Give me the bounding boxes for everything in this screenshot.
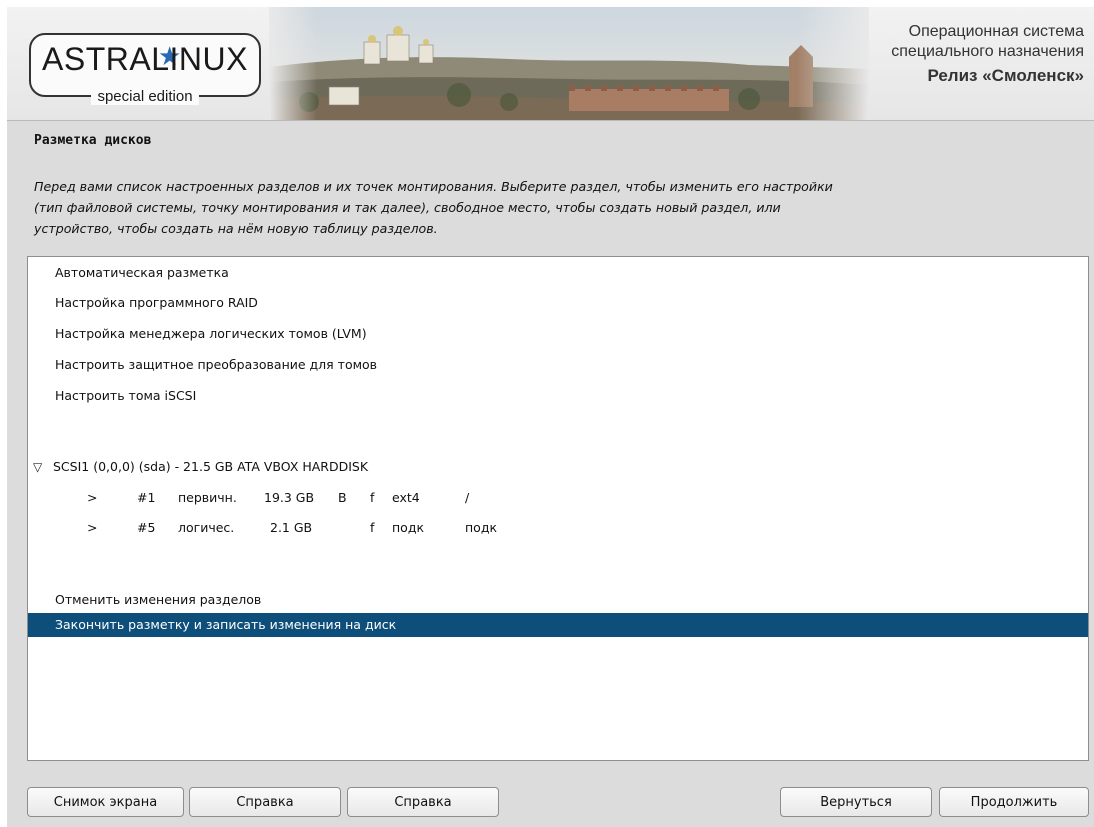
- installer-window: ★ ASTRALINUX special edition Операционна…: [7, 7, 1094, 827]
- partition-boot-flag: B: [338, 490, 347, 505]
- partition-mount-point: подк: [465, 520, 498, 535]
- release-name: Релиз «Смоленск»: [927, 66, 1084, 85]
- list-item-iscsi[interactable]: Настроить тома iSCSI: [28, 384, 1088, 408]
- screenshot-button[interactable]: Снимок экрана: [27, 787, 184, 817]
- partition-number: #5: [137, 520, 156, 535]
- page-description: Перед вами список настроенных разделов и…: [34, 179, 833, 236]
- partition-format-flag: f: [370, 520, 375, 535]
- list-item-lvm[interactable]: Настройка менеджера логических томов (LV…: [28, 322, 1088, 346]
- partition-size: 2.1 GB: [270, 520, 313, 535]
- list-item-label: Настройка менеджера логических томов (LV…: [55, 326, 367, 341]
- chevron-right-icon: >: [87, 520, 98, 535]
- back-button[interactable]: Вернуться: [780, 787, 932, 817]
- logo-subtitle: special edition: [91, 88, 199, 105]
- list-item-label: Автоматическая разметка: [55, 265, 229, 280]
- smolensk-panorama-image: [269, 7, 869, 120]
- help-button-2[interactable]: Справка: [347, 787, 499, 817]
- partition-filesystem: ext4: [392, 490, 420, 505]
- list-item-finish-partitioning[interactable]: Закончить разметку и записать изменения …: [28, 613, 1088, 637]
- brand-line-2: специального назначения: [891, 43, 1084, 60]
- list-item-label: Настроить тома iSCSI: [55, 388, 197, 403]
- partition-type: первичн.: [178, 490, 237, 505]
- os-brand-block: Операционная система специального назнач…: [891, 22, 1084, 89]
- disk-row-sda[interactable]: ▽ SCSI1 (0,0,0) (sda) - 21.5 GB ATA VBOX…: [28, 455, 1088, 479]
- partition-format-flag: f: [370, 490, 375, 505]
- disk-label: SCSI1 (0,0,0) (sda) - 21.5 GB ATA VBOX H…: [53, 459, 369, 474]
- brand-line-1: Операционная система: [908, 23, 1084, 40]
- help-button[interactable]: Справка: [189, 787, 341, 817]
- list-item-auto-partition[interactable]: Автоматическая разметка: [28, 261, 1088, 285]
- page-title: Разметка дисков: [34, 133, 152, 148]
- partition-filesystem: подк: [392, 520, 425, 535]
- astra-linux-logo: ★ ASTRALINUX special edition: [29, 33, 261, 105]
- list-item-label: Отменить изменения разделов: [55, 592, 262, 607]
- list-item-label: Настроить защитное преобразование для то…: [55, 357, 378, 372]
- logo-text: ASTRALINUX: [42, 41, 248, 77]
- partition-row-5[interactable]: > #5 логичес. 2.1 GB f подк подк: [28, 516, 1088, 540]
- list-item-label: Закончить разметку и записать изменения …: [55, 617, 397, 632]
- expand-triangle-icon[interactable]: ▽: [33, 455, 42, 479]
- header-banner: ★ ASTRALINUX special edition Операционна…: [7, 7, 1094, 121]
- list-item-encryption[interactable]: Настроить защитное преобразование для то…: [28, 353, 1088, 377]
- list-item-software-raid[interactable]: Настройка программного RAID: [28, 291, 1088, 315]
- partition-mount-point: /: [465, 490, 470, 505]
- partition-type: логичес.: [178, 520, 235, 535]
- continue-button[interactable]: Продолжить: [939, 787, 1089, 817]
- partition-size: 19.3 GB: [264, 490, 315, 505]
- partition-number: #1: [137, 490, 156, 505]
- list-item-undo-changes[interactable]: Отменить изменения разделов: [28, 588, 1088, 612]
- partition-list: Автоматическая разметка Настройка програ…: [27, 256, 1089, 761]
- partition-row-1[interactable]: > #1 первичн. 19.3 GB B f ext4 /: [28, 486, 1088, 510]
- chevron-right-icon: >: [87, 490, 98, 505]
- list-item-label: Настройка программного RAID: [55, 295, 258, 310]
